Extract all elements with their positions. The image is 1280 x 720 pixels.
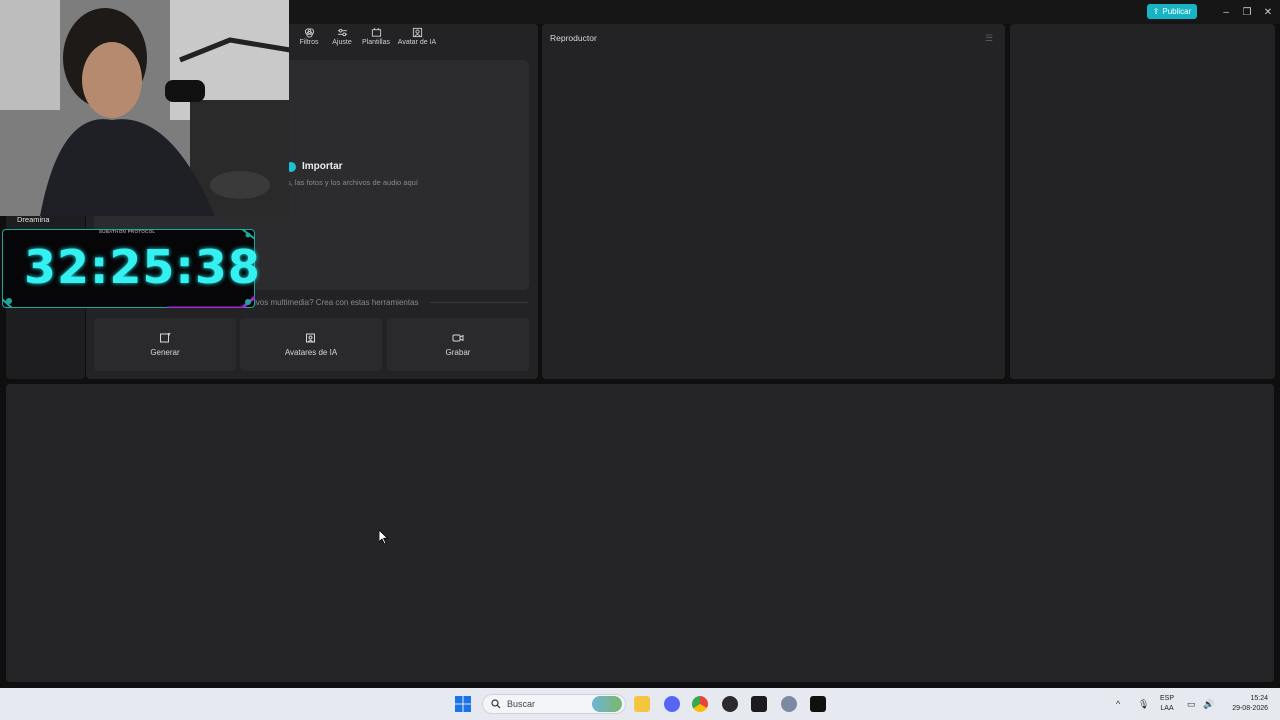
record-icon	[452, 334, 464, 342]
filters-icon	[304, 28, 314, 38]
ai-avatars-label: Avatares de IA	[284, 348, 338, 357]
menu-icon[interactable]: ☰	[985, 33, 993, 44]
search-highlight-image	[592, 696, 622, 712]
capcut-icon[interactable]	[810, 696, 826, 712]
cam-label: Dreamina	[17, 215, 50, 224]
nvidia-icon[interactable]	[751, 696, 767, 712]
microphone-icon[interactable]: 🎙	[1138, 699, 1149, 710]
ai-avatar-icon	[412, 27, 422, 38]
search-placeholder: Buscar	[507, 699, 536, 709]
mouse-cursor-icon	[379, 530, 389, 545]
restore-button[interactable]: ❐	[1238, 4, 1256, 20]
language-layout: LAA	[1160, 705, 1174, 712]
discord-icon[interactable]	[664, 696, 680, 712]
obs-icon[interactable]	[722, 696, 738, 712]
clock-date: 29-08-2026	[1232, 705, 1268, 712]
timeline-panel[interactable]	[6, 384, 1274, 682]
import-hint: s, las fotos y los archivos de audio aqu…	[287, 178, 418, 187]
player-title: Reproductor	[550, 33, 597, 43]
clock-time: 15:24	[1250, 695, 1268, 702]
windows-start-icon[interactable]	[455, 696, 471, 712]
volume-icon[interactable]: 🔊	[1203, 699, 1214, 710]
filters-label: Filtros	[299, 39, 319, 46]
ai-avatar-tab[interactable]: Avatar de IA	[396, 27, 438, 49]
generate-label: Generar	[150, 348, 180, 357]
templates-label: Plantillas	[361, 39, 390, 46]
network-icon[interactable]: ▭	[1187, 699, 1196, 710]
import-button[interactable]: Importar	[302, 161, 343, 172]
tools-divider-text: ivos multimedia? Crea con estas herramie…	[254, 298, 419, 307]
webcam-feed	[0, 0, 289, 216]
settings-icon[interactable]	[781, 696, 797, 712]
properties-panel	[1010, 24, 1275, 379]
timer-value: 32:25:38	[24, 240, 261, 294]
webcam-overlay	[0, 0, 289, 216]
generate-icon	[160, 332, 171, 343]
share-icon: ⇪	[1152, 7, 1160, 16]
ai-avatar-label: Avatar de IA	[397, 39, 437, 46]
chrome-icon[interactable]	[692, 696, 708, 712]
filters-tab[interactable]: Filtros	[298, 27, 320, 49]
file-explorer-icon[interactable]	[634, 696, 650, 712]
adjust-icon	[337, 28, 347, 37]
clock[interactable]: 15:24 29-08-2026	[1226, 694, 1268, 714]
player-panel	[542, 24, 1005, 379]
language-code: ESP	[1160, 695, 1175, 702]
minimize-button[interactable]: –	[1217, 4, 1235, 20]
adjust-label: Ajuste	[332, 39, 352, 46]
divider	[430, 302, 528, 303]
ai-avatars-icon	[306, 333, 315, 343]
adjust-tab[interactable]: Ajuste	[330, 27, 354, 49]
search-icon	[491, 699, 501, 709]
publish-button[interactable]: ⇪ Publicar	[1147, 4, 1197, 19]
record-label: Grabar	[445, 348, 471, 357]
publish-label: Publicar	[1162, 7, 1192, 16]
record-card[interactable]: Grabar	[387, 318, 529, 371]
close-button[interactable]: ✕	[1259, 4, 1277, 20]
templates-tab[interactable]: Plantillas	[360, 27, 392, 49]
chevron-up-icon[interactable]: ^	[1116, 699, 1120, 709]
ai-avatars-card[interactable]: Avatares de IA	[240, 318, 382, 371]
templates-icon	[371, 27, 381, 37]
timer-header: SUBATHON PROTOCOL	[99, 229, 156, 234]
generate-card[interactable]: Generar	[94, 318, 236, 371]
language-indicator[interactable]: ESP LAA	[1160, 694, 1174, 714]
